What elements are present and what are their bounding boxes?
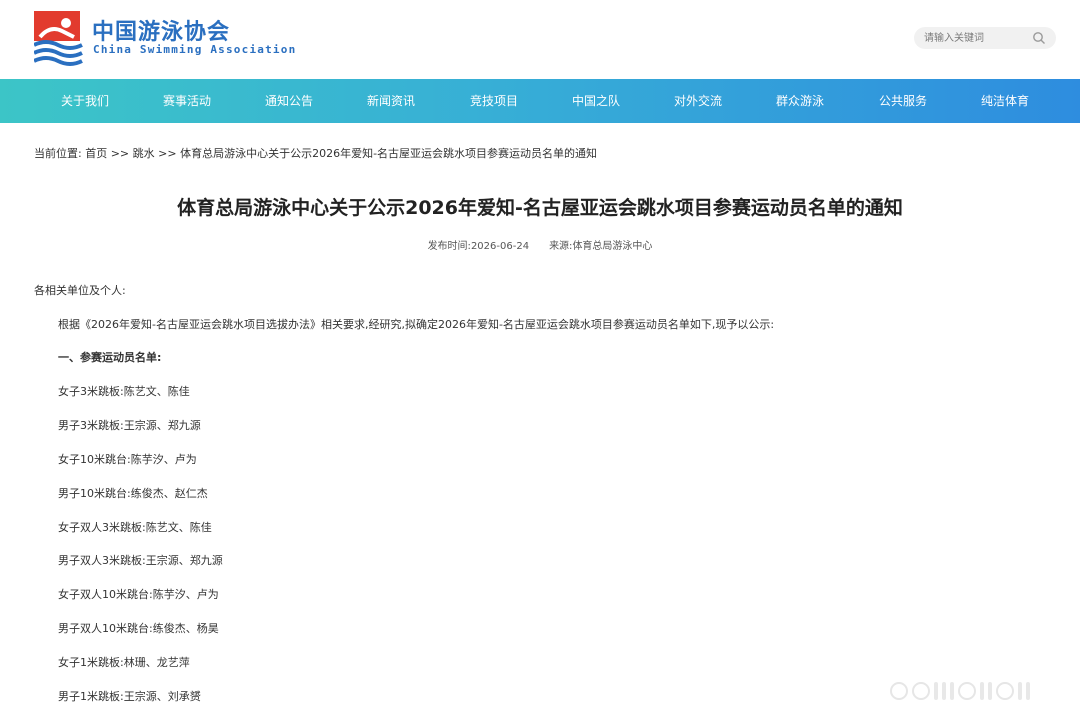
- nav-item-services[interactable]: 公共服务: [852, 79, 954, 123]
- list-item: 女子1米跳板:林珊、龙艺萍: [58, 656, 190, 669]
- list-item: 男子双人10米跳台:练俊杰、杨昊: [58, 622, 219, 635]
- site-logo[interactable]: 中国游泳协会 China Swimming Association: [34, 11, 295, 69]
- nav-item-public-swim[interactable]: 群众游泳: [749, 79, 851, 123]
- page-title: 体育总局游泳中心关于公示2026年爱知-名古屋亚运会跳水项目参赛运动员名单的通知: [177, 197, 903, 219]
- list-item: 男子3米跳板:王宗源、郑九源: [58, 419, 201, 432]
- list-item: 女子10米跳台:陈芋汐、卢为: [58, 453, 197, 466]
- nav-item-national-team[interactable]: 中国之队: [545, 79, 647, 123]
- list-item: 女子双人3米跳板:陈艺文、陈佳: [58, 521, 212, 534]
- source-label: 来源:: [549, 241, 573, 252]
- nav-item-sports[interactable]: 竞技项目: [443, 79, 545, 123]
- logo-english-name: China Swimming Association: [93, 43, 297, 56]
- main-nav: 关于我们 赛事活动 通知公告 新闻资讯 竞技项目 中国之队 对外交流 群众游泳 …: [0, 79, 1080, 123]
- search-input[interactable]: [924, 29, 1024, 47]
- breadcrumb-home[interactable]: 首页: [85, 147, 107, 160]
- swimming-logo-icon: [34, 11, 83, 66]
- watermark: [890, 678, 1060, 704]
- publish-date: 2026-06-24: [470, 241, 530, 252]
- date-label: 发布时间:: [427, 241, 471, 252]
- nav-item-news[interactable]: 新闻资讯: [340, 79, 442, 123]
- nav-item-clean-sport[interactable]: 纯洁体育: [954, 79, 1056, 123]
- breadcrumb-separator: >>: [110, 147, 130, 160]
- logo-chinese-name: 中国游泳协会: [92, 20, 231, 45]
- source-value: 体育总局游泳中心: [572, 241, 653, 252]
- breadcrumb-prefix: 当前位置:: [34, 147, 82, 160]
- breadcrumb-section[interactable]: 跳水: [133, 147, 155, 160]
- intro-paragraph: 根据《2026年爱知-名古屋亚运会跳水项目选拔办法》相关要求,经研究,拟确定20…: [58, 318, 775, 331]
- list-item: 女子双人10米跳台:陈芋汐、卢为: [58, 588, 219, 601]
- list-item: 男子1米跳板:王宗源、刘承赟: [58, 690, 201, 703]
- section-heading: 一、参赛运动员名单:: [58, 351, 162, 364]
- breadcrumb-separator: >>: [158, 147, 177, 160]
- breadcrumb-current: 体育总局游泳中心关于公示2026年爱知-名古屋亚运会跳水项目参赛运动员名单的通知: [180, 147, 598, 160]
- breadcrumb: 当前位置: 首页 >> 跳水 >> 体育总局游泳中心关于公示2026年爱知-名古…: [34, 145, 597, 161]
- list-item: 男子双人3米跳板:王宗源、郑九源: [58, 554, 223, 567]
- nav-item-about[interactable]: 关于我们: [34, 79, 136, 123]
- nav-item-exchange[interactable]: 对外交流: [647, 79, 749, 123]
- list-item: 女子3米跳板:陈艺文、陈佳: [58, 385, 190, 398]
- search-box: [914, 27, 1056, 49]
- nav-item-events[interactable]: 赛事活动: [136, 79, 238, 123]
- salutation: 各相关单位及个人:: [34, 284, 126, 297]
- list-item: 男子10米跳台:练俊杰、赵仁杰: [58, 487, 208, 500]
- nav-item-notices[interactable]: 通知公告: [238, 79, 340, 123]
- search-icon[interactable]: [1032, 31, 1046, 45]
- article-meta: 发布时间:2026-06-24 来源:体育总局游泳中心: [0, 237, 1080, 252]
- site-header: 中国游泳协会 China Swimming Association: [0, 0, 1080, 79]
